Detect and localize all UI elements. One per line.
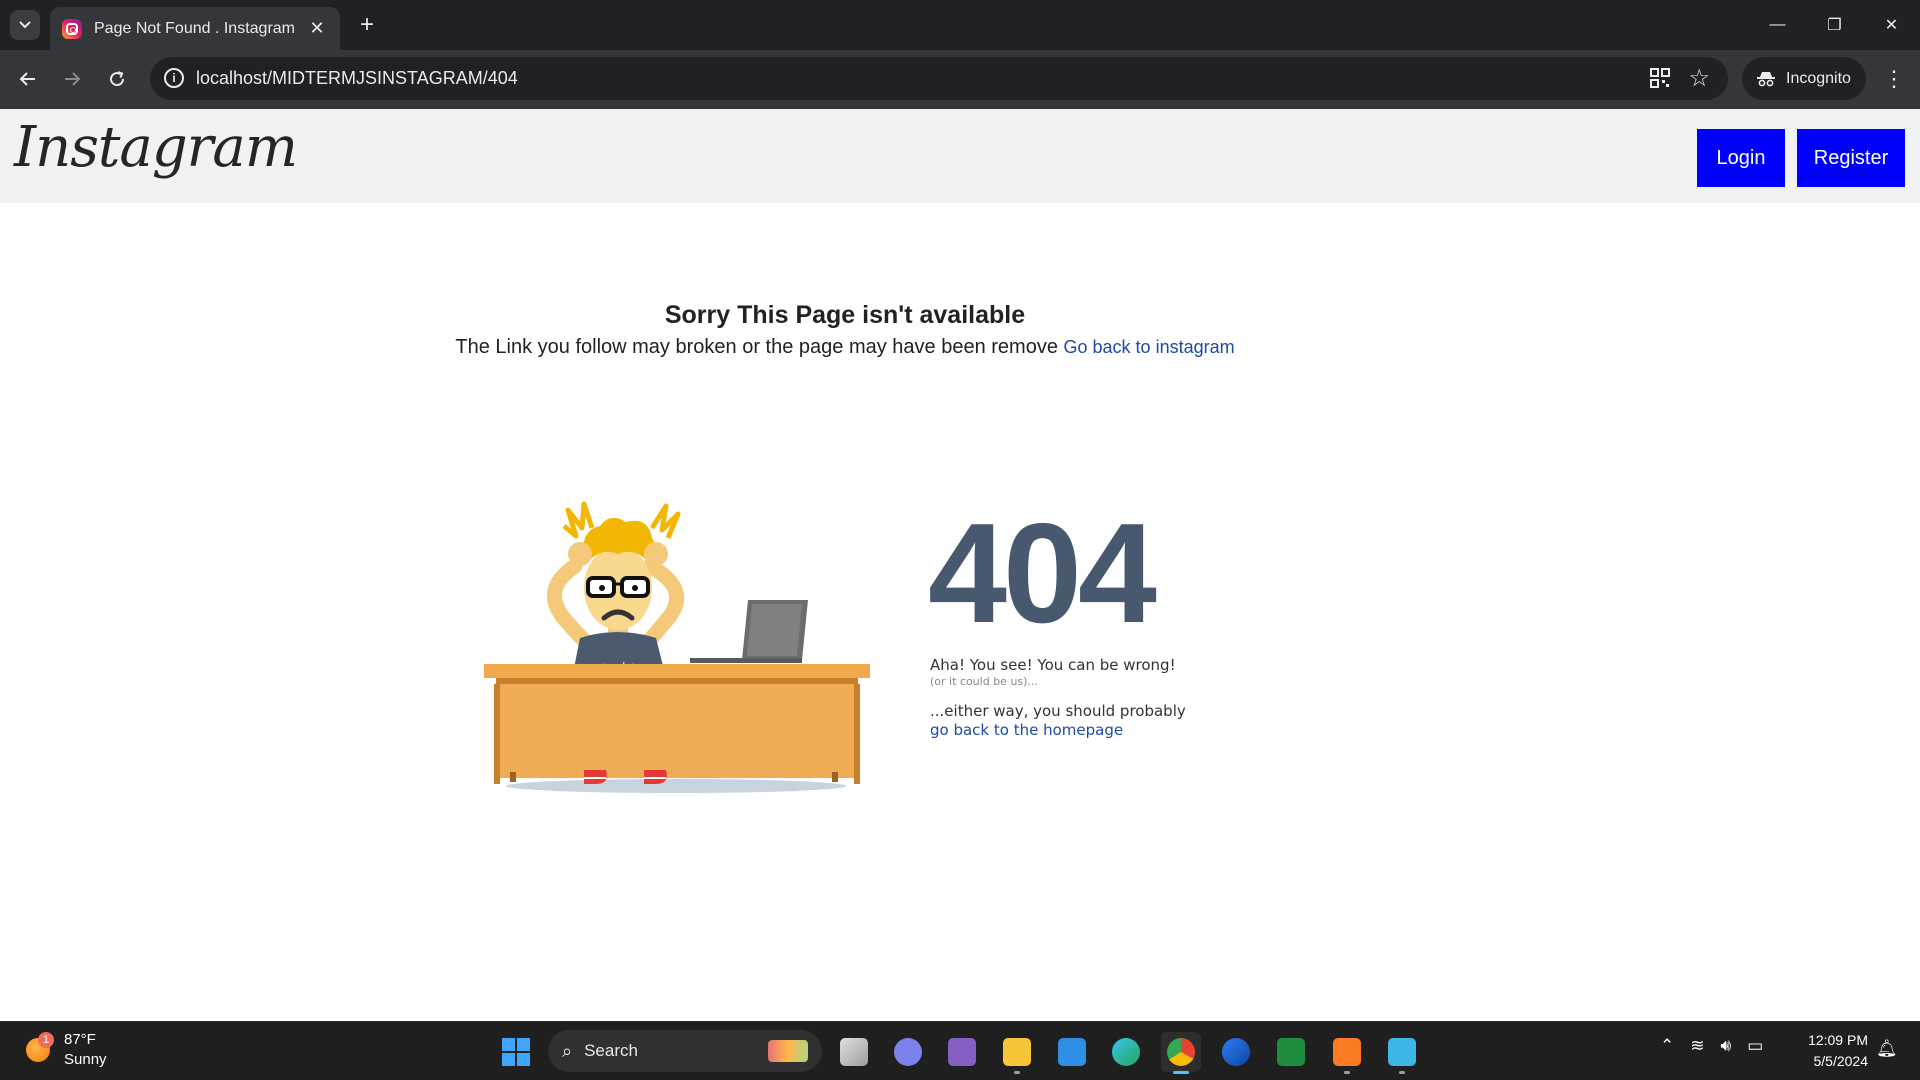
error-code-404: 404 (928, 494, 1157, 653)
go-back-instagram-link[interactable]: Go back to instagram (1064, 337, 1235, 357)
browser-toolbar: i localhost/MIDTERMJSINSTAGRAM/404 ☆ Inc… (0, 50, 1920, 109)
url-text[interactable]: localhost/MIDTERMJSINSTAGRAM/404 (196, 68, 518, 89)
reload-button[interactable] (101, 63, 133, 95)
browser-tab-bar: Page Not Found . Instagram ✕ + — ❐ ✕ (0, 0, 1920, 50)
qr-code-icon[interactable] (1650, 68, 1670, 88)
error-aha-text: Aha! You see! You can be wrong! (930, 656, 1176, 674)
error-subline: The Link you follow may broken or the pa… (0, 336, 1690, 359)
window-controls: — ❐ ✕ (1749, 0, 1920, 50)
sun-icon: 1 (26, 1032, 54, 1062)
search-highlight-icon (768, 1040, 808, 1062)
browser-tab[interactable]: Page Not Found . Instagram ✕ (50, 7, 340, 50)
notepad-icon[interactable] (1382, 1032, 1422, 1074)
file-explorer-icon[interactable] (997, 1032, 1037, 1074)
windows-start-icon[interactable] (502, 1038, 530, 1066)
address-bar[interactable]: i localhost/MIDTERMJSINSTAGRAM/404 ☆ (150, 57, 1728, 100)
forward-button[interactable] (56, 63, 88, 95)
xampp-icon[interactable] (1327, 1032, 1367, 1074)
visual-studio-icon[interactable] (942, 1032, 982, 1072)
chevron-down-icon (19, 21, 31, 29)
taskbar-search-box[interactable]: ⌕ Search (548, 1030, 822, 1072)
windows-taskbar: 1 87°F Sunny ⌕ Search ⌃ ≋ 🔊︎ ▭ 12:09 PM … (0, 1021, 1920, 1080)
edge-icon[interactable] (1106, 1032, 1146, 1072)
new-tab-button[interactable]: + (352, 10, 382, 40)
weather-badge: 1 (38, 1032, 54, 1048)
error-either-way-text: ...either way, you should probably (930, 702, 1186, 720)
arrow-left-icon (19, 72, 35, 86)
site-header: Instagram Login Register (0, 109, 1920, 203)
incognito-label: Incognito (1786, 69, 1851, 87)
system-clock[interactable]: 12:09 PM 5/5/2024 (1798, 1030, 1868, 1072)
back-button[interactable] (12, 63, 44, 95)
error-aside-text: (or it could be us)... (930, 675, 1038, 688)
error-message: The Link you follow may broken or the pa… (455, 336, 1058, 358)
weather-widget[interactable]: 1 87°F Sunny (26, 1030, 107, 1070)
notification-bell-icon[interactable]: 🔔︎ (1876, 1039, 1898, 1059)
clock-date: 5/5/2024 (1813, 1053, 1869, 1069)
teams-chat-icon[interactable] (888, 1032, 928, 1072)
instagram-logo[interactable]: Instagram (14, 115, 298, 180)
tab-title: Page Not Found . Instagram (94, 19, 295, 37)
instagram-favicon-icon (62, 18, 82, 39)
chevron-up-icon[interactable]: ⌃ (1660, 1036, 1674, 1056)
error-page-main: Sorry This Page isn't available The Link… (0, 203, 1920, 1021)
incognito-indicator[interactable]: Incognito (1742, 57, 1866, 100)
firefox-icon[interactable] (1216, 1032, 1256, 1072)
classroom-icon[interactable] (1271, 1032, 1311, 1072)
tab-search-button[interactable] (10, 10, 40, 40)
site-info-icon[interactable]: i (164, 68, 184, 88)
system-tray: ⌃ ≋ 🔊︎ ▭ (1660, 1036, 1763, 1056)
close-window-button[interactable]: ✕ (1863, 0, 1920, 50)
weather-temp: 87°F (64, 1031, 96, 1048)
incognito-icon (1757, 71, 1775, 86)
close-tab-icon[interactable]: ✕ (306, 18, 328, 39)
clock-time: 12:09 PM (1808, 1032, 1868, 1048)
chrome-icon[interactable] (1161, 1032, 1201, 1074)
register-button[interactable]: Register (1797, 129, 1905, 187)
frustrated-developer-illustration: < codr > (484, 501, 870, 793)
arrow-right-icon (65, 72, 81, 86)
reload-icon (110, 71, 125, 87)
weather-desc: Sunny (64, 1051, 107, 1068)
error-headline: Sorry This Page isn't available (664, 301, 1026, 329)
wifi-icon[interactable]: ≋ (1690, 1036, 1704, 1056)
volume-icon[interactable]: 🔊︎ (1721, 1036, 1732, 1056)
bookmark-star-icon[interactable]: ☆ (1688, 64, 1710, 93)
task-view-icon[interactable] (834, 1032, 874, 1072)
go-back-homepage-link[interactable]: go back to the homepage (930, 721, 1123, 739)
taskbar-search-label: Search (584, 1041, 638, 1060)
browser-menu-button[interactable]: ⋮ (1880, 63, 1908, 95)
battery-icon[interactable]: ▭ (1747, 1036, 1763, 1056)
login-button[interactable]: Login (1697, 129, 1785, 187)
vscode-icon[interactable] (1052, 1032, 1092, 1072)
restore-button[interactable]: ❐ (1806, 0, 1863, 50)
minimize-button[interactable]: — (1749, 0, 1806, 50)
search-icon: ⌕ (562, 1040, 573, 1061)
